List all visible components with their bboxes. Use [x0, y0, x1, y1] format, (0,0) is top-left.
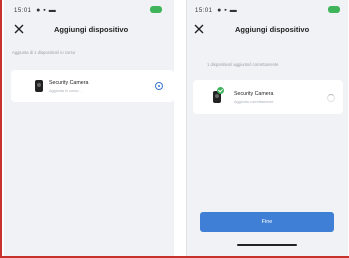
home-indicator [237, 244, 297, 246]
device-name: Security Camera [49, 80, 89, 86]
success-hint: 1 dispositivo/i aggiunto/i correttamente [207, 62, 279, 67]
device-status: Aggiunto correttamente [234, 100, 274, 104]
screen-added: 15:01 ● ▪ ▬ Aggiungi dispositivo 1 dispo… [186, 0, 348, 256]
page-title: Aggiungi dispositivo [235, 25, 310, 34]
loading-ring-icon [155, 82, 163, 90]
done-button[interactable]: Fine [200, 212, 334, 232]
progress-hint: Aggiunta di 1 dispositivo/i in corso [12, 50, 76, 55]
screen-adding: 15:01 ● ▪ ▬ Aggiungi dispositivo Aggiunt… [4, 0, 174, 256]
status-bar: 15:01 ● ▪ ▬ [195, 7, 237, 14]
device-card[interactable]: Security Camera Aggiunto correttamente [193, 80, 343, 114]
screenshot-frame: 15:01 ● ▪ ▬ Aggiungi dispositivo Aggiunt… [0, 0, 349, 258]
status-indicators-icon: ● ▪ ▬ [33, 7, 57, 14]
device-card[interactable]: Security Camera Aggiunta in corso... [11, 70, 174, 102]
device-name: Security Camera [234, 91, 274, 97]
camera-icon [35, 80, 43, 92]
status-time: 15:01 [14, 8, 32, 14]
close-icon[interactable] [194, 24, 204, 34]
battery-icon [150, 6, 162, 13]
status-time: 15:01 [195, 8, 213, 14]
status-bar: 15:01 ● ▪ ▬ [14, 7, 56, 14]
battery-icon [328, 6, 340, 13]
checkmark-icon [217, 87, 224, 94]
close-icon[interactable] [14, 24, 24, 34]
page-title: Aggiungi dispositivo [54, 25, 129, 34]
spinner-icon [327, 94, 335, 102]
status-indicators-icon: ● ▪ ▬ [214, 7, 238, 14]
device-status: Aggiunta in corso... [49, 89, 82, 93]
